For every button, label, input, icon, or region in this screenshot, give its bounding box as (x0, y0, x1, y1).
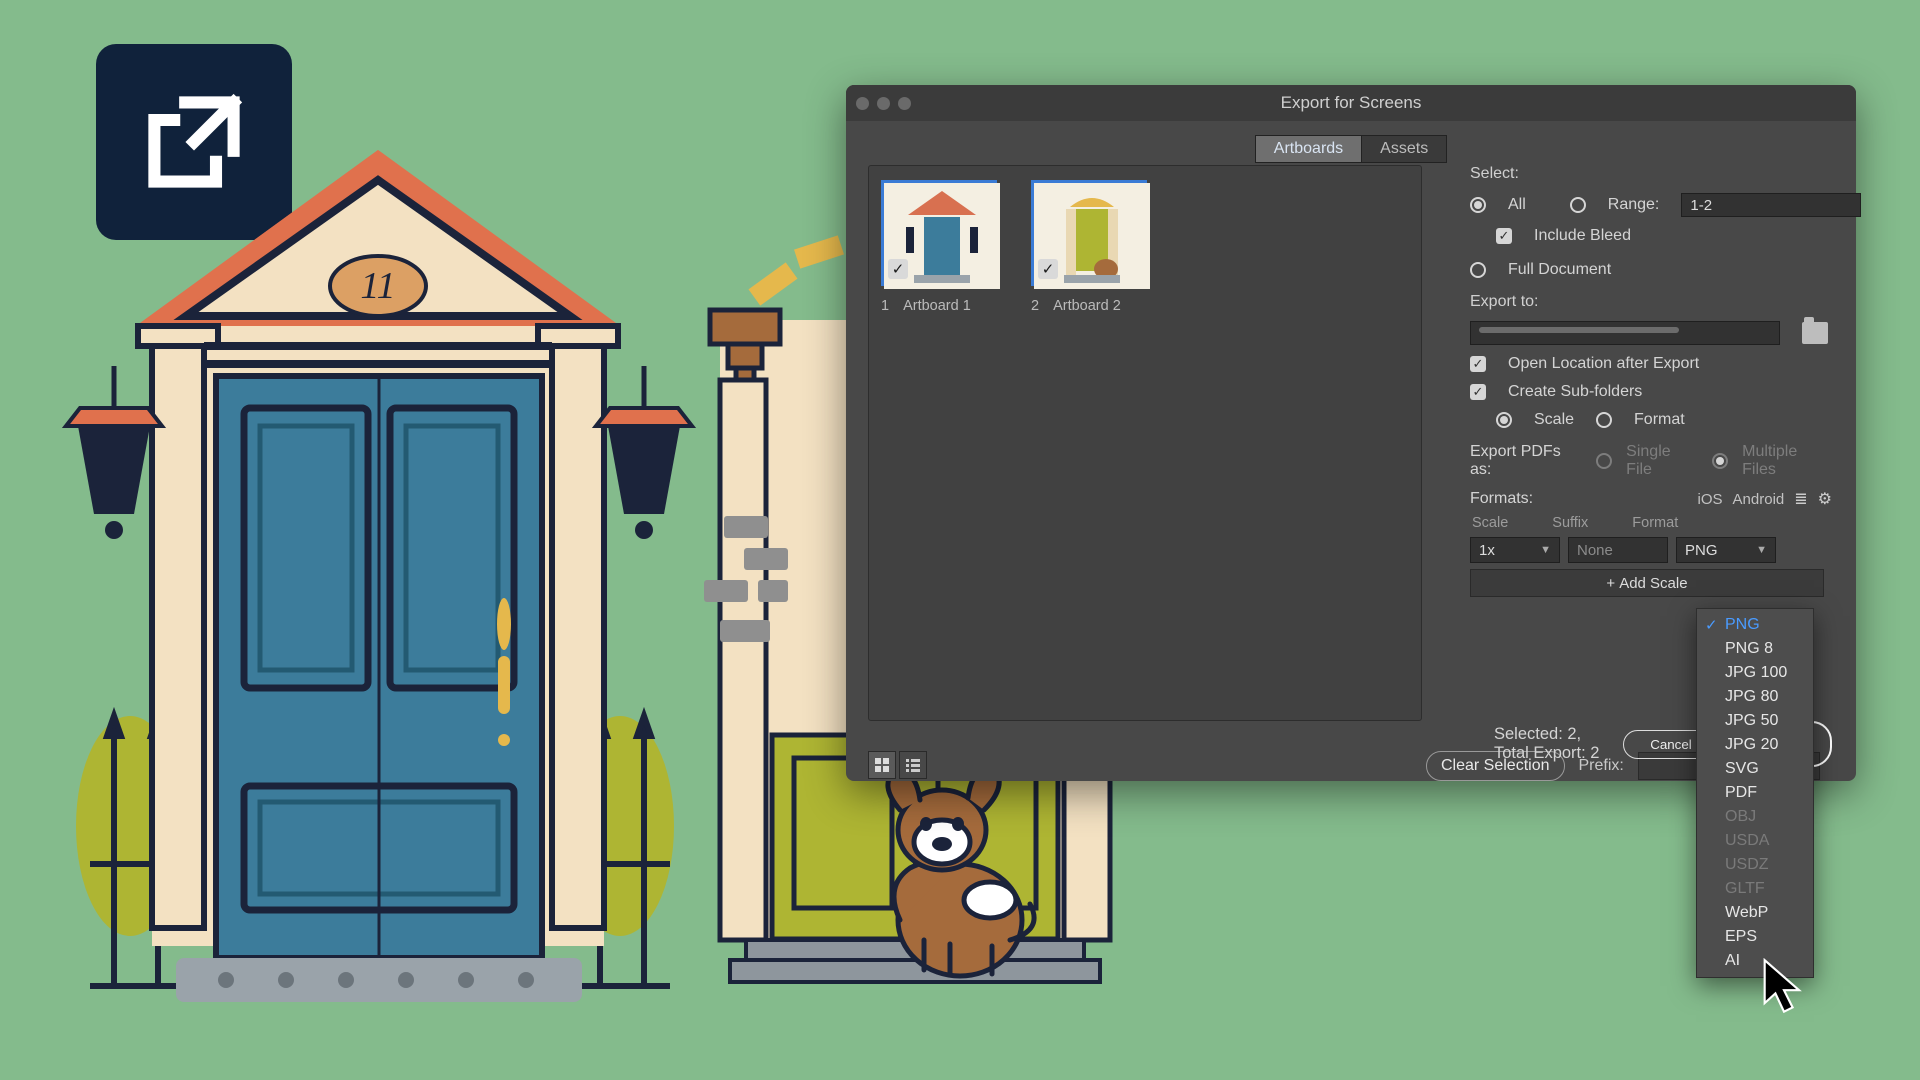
create-subfolders-label: Create Sub-folders (1508, 383, 1642, 401)
export-path-input[interactable] (1470, 321, 1780, 345)
format-dropdown[interactable]: PNG▼ (1676, 537, 1776, 563)
gear-icon[interactable]: ⚙ (1818, 489, 1832, 509)
plus-icon: + (1606, 575, 1615, 592)
include-bleed-label: Include Bleed (1534, 227, 1631, 245)
full-document-label: Full Document (1508, 261, 1611, 279)
format-value: PNG (1685, 542, 1718, 559)
zoom-traffic-icon[interactable] (898, 97, 911, 110)
artboard-thumb[interactable]: ✓ 1 Artboard 1 (881, 180, 997, 314)
radio-multiple-files (1712, 453, 1728, 469)
format-option[interactable]: JPG 80 (1697, 685, 1813, 709)
col-format: Format (1632, 515, 1678, 531)
brick (758, 580, 788, 602)
export-pdfs-header: Export PDFs as: (1470, 443, 1582, 479)
suffix-input[interactable]: None (1568, 537, 1668, 563)
select-header: Select: (1470, 165, 1832, 183)
radio-all[interactable] (1470, 197, 1486, 213)
format-option[interactable]: JPG 50 (1697, 709, 1813, 733)
single-file-label: Single File (1626, 443, 1698, 479)
radio-range-label: Range: (1608, 196, 1660, 214)
checkbox-open-location[interactable]: ✓ (1470, 356, 1486, 372)
format-option[interactable]: WebP (1697, 901, 1813, 925)
range-input[interactable] (1681, 193, 1861, 217)
format-option[interactable]: EPS (1697, 925, 1813, 949)
selection-status: Selected: 2, Total Export: 2 (1494, 725, 1607, 763)
col-suffix: Suffix (1552, 515, 1588, 531)
illustration-blue-door: 11 (60, 146, 700, 1016)
close-traffic-icon[interactable] (856, 97, 869, 110)
titlebar[interactable]: Export for Screens (846, 85, 1856, 121)
col-scale: Scale (1472, 515, 1508, 531)
format-option: OBJ (1697, 805, 1813, 829)
artboard-name: Artboard 2 (1053, 298, 1121, 314)
artboard-number: 1 (881, 298, 889, 314)
radio-full-document[interactable] (1470, 262, 1486, 278)
scale-value: 1x (1479, 542, 1495, 559)
thumb-checkbox[interactable]: ✓ (1038, 259, 1058, 279)
tab-artboards[interactable]: Artboards (1255, 135, 1361, 163)
cursor-icon (1762, 958, 1806, 1021)
format-option[interactable]: PNG (1697, 613, 1813, 637)
brick (720, 620, 770, 642)
format-option: GLTF (1697, 877, 1813, 901)
format-option[interactable]: JPG 20 (1697, 733, 1813, 757)
artboard-number: 2 (1031, 298, 1039, 314)
scale-dropdown[interactable]: 1x▼ (1470, 537, 1560, 563)
folder-icon[interactable] (1802, 322, 1828, 344)
format-option[interactable]: JPG 100 (1697, 661, 1813, 685)
artboard-name: Artboard 1 (903, 298, 971, 314)
open-location-label: Open Location after Export (1508, 355, 1699, 373)
tabs: Artboards Assets (846, 135, 1856, 163)
format-option[interactable]: PDF (1697, 781, 1813, 805)
brick (724, 516, 768, 538)
add-scale-label: Add Scale (1619, 575, 1687, 592)
artboard-thumb[interactable]: ✓ 2 Artboard 2 (1031, 180, 1147, 314)
suffix-value: None (1577, 542, 1613, 559)
tab-assets[interactable]: Assets (1361, 135, 1447, 163)
subfolder-format-label: Format (1634, 411, 1685, 429)
thumb-checkbox[interactable]: ✓ (888, 259, 908, 279)
brick (704, 580, 748, 602)
export-to-header: Export to: (1470, 293, 1832, 311)
artboard-preview-pane: ✓ 1 Artboard 1 (868, 165, 1422, 721)
format-option: USDZ (1697, 853, 1813, 877)
add-scale-button[interactable]: + Add Scale (1470, 569, 1824, 597)
radio-range[interactable] (1570, 197, 1586, 213)
radio-subfolder-format[interactable] (1596, 412, 1612, 428)
format-option[interactable]: SVG (1697, 757, 1813, 781)
preset-ios[interactable]: iOS (1698, 491, 1723, 508)
radio-subfolder-scale[interactable] (1496, 412, 1512, 428)
format-option[interactable]: PNG 8 (1697, 637, 1813, 661)
checkbox-create-subfolders[interactable]: ✓ (1470, 384, 1486, 400)
preset-android[interactable]: Android (1733, 491, 1785, 508)
window-controls[interactable] (856, 97, 911, 110)
brick (744, 548, 788, 570)
radio-all-label: All (1508, 196, 1526, 214)
radio-single-file (1596, 453, 1612, 469)
list-icon[interactable]: ≣ (1794, 489, 1807, 509)
formats-header: Formats: (1470, 490, 1533, 508)
format-option: USDA (1697, 829, 1813, 853)
subfolder-scale-label: Scale (1534, 411, 1574, 429)
minimize-traffic-icon[interactable] (877, 97, 890, 110)
format-dropdown-menu: PNGPNG 8JPG 100JPG 80JPG 50JPG 20SVGPDFO… (1696, 608, 1814, 978)
svg-text:11: 11 (360, 265, 395, 307)
checkbox-include-bleed[interactable]: ✓ (1496, 228, 1512, 244)
dialog-title: Export for Screens (846, 93, 1856, 113)
multiple-files-label: Multiple Files (1742, 443, 1832, 479)
